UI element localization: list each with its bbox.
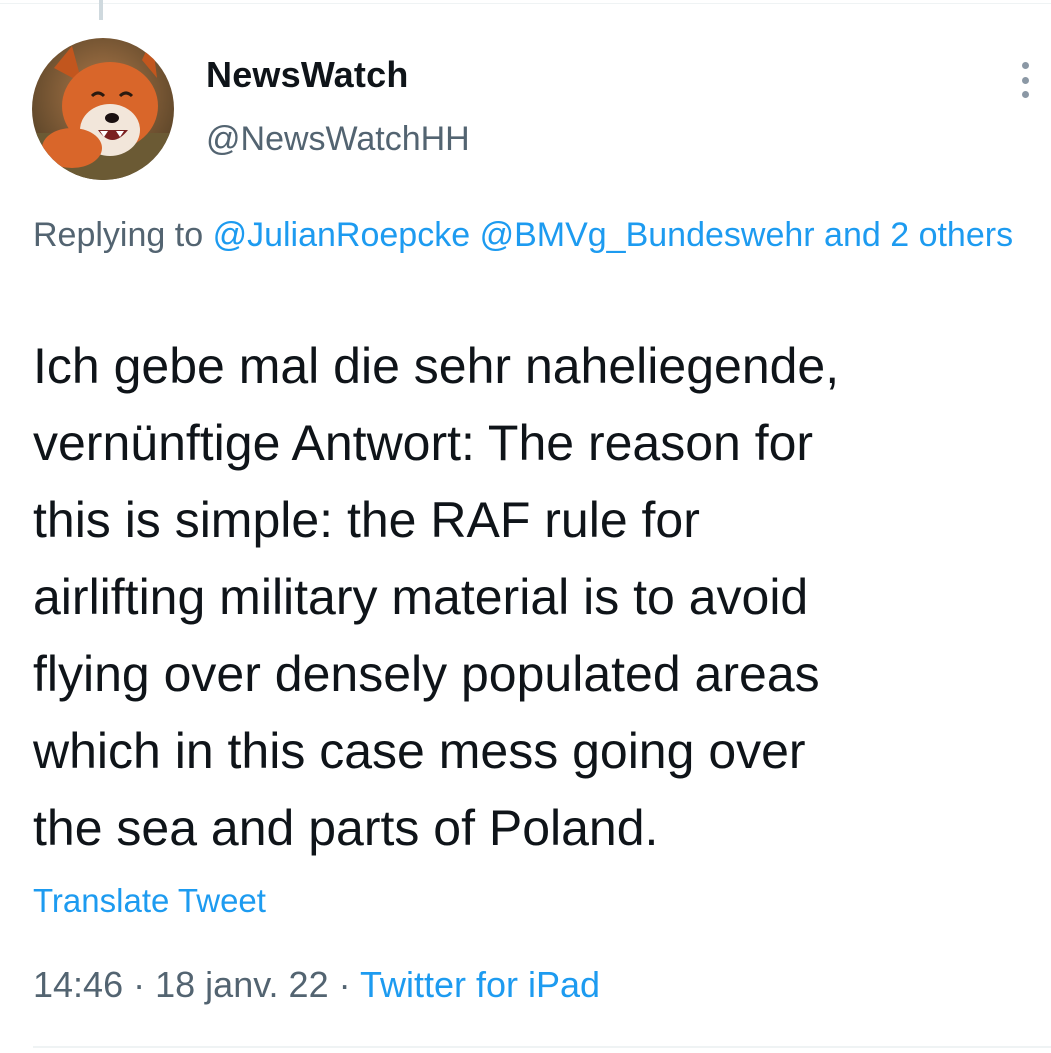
replying-prefix: Replying to [33, 216, 204, 254]
meta-separator: · [338, 964, 351, 1005]
more-dot [1021, 76, 1029, 84]
more-dot [1021, 91, 1029, 98]
translate-tweet-link[interactable]: Translate Tweet [33, 882, 266, 920]
replying-to-line: Replying to @JulianRoepcke @BMVg_Bundesw… [33, 208, 1051, 262]
mention-link[interactable]: @BMVg_Bundeswehr [480, 216, 815, 254]
top-divider [0, 3, 1051, 4]
meta-separator: · [133, 964, 146, 1005]
fox-avatar-icon [32, 38, 174, 180]
author-handle[interactable]: @NewsWatchHH [206, 120, 470, 159]
tweet-metadata: 14:46 · 18 janv. 22 · Twitter for iPad [33, 964, 600, 1006]
tweet-source-link[interactable]: Twitter for iPad [360, 964, 600, 1005]
avatar[interactable] [32, 38, 174, 180]
tweet-text: Ich gebe mal die sehr naheliegende, vern… [33, 338, 840, 856]
bottom-divider [33, 1046, 1051, 1048]
thread-connector-line [99, 0, 103, 20]
mention-link[interactable]: @JulianRoepcke [213, 216, 471, 254]
others-link[interactable]: and 2 others [824, 216, 1013, 254]
author-display-name[interactable]: NewsWatch [206, 54, 409, 96]
more-dot [1021, 62, 1029, 69]
tweet-time[interactable]: 14:46 [33, 964, 123, 1005]
more-options-icon[interactable] [1010, 58, 1040, 102]
tweet-date[interactable]: 18 janv. 22 [155, 964, 328, 1005]
